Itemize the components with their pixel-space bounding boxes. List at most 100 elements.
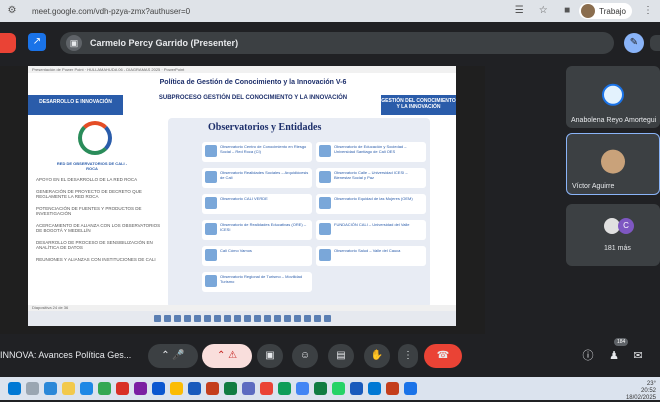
site-info-icon[interactable]: ⚙: [6, 5, 18, 17]
building-icon: [319, 197, 331, 209]
avatar: C: [618, 218, 634, 234]
building-icon: [319, 171, 331, 183]
building-icon: [319, 249, 331, 261]
presentation-window: Presentación de Power Point · HULLAMAHUD…: [28, 66, 456, 326]
band-left-label: DESARROLLO E INNOVACIÓN: [28, 95, 123, 115]
participant-name: Víctor Aguirre: [572, 183, 615, 190]
participant-tile[interactable]: Víctor Aguirre: [566, 133, 660, 195]
teams-icon[interactable]: [242, 382, 255, 395]
list-item: DESARROLLO DE PROCESO DE SENSIBILIZACIÓN…: [36, 240, 153, 250]
app-icon[interactable]: [116, 382, 129, 395]
people-count-badge: 184: [614, 338, 629, 346]
annotate-pen-icon[interactable]: ✎: [624, 33, 644, 53]
app-icon[interactable]: [260, 382, 273, 395]
observatory-card: Observatorio Regional de Turismo – Movil…: [202, 272, 312, 292]
system-tray[interactable]: 23° 20:52 18/02/2025: [626, 381, 656, 402]
observatories-panel: Observatorios y Entidades Observatorio C…: [168, 118, 430, 308]
list-item: ACERCAMIENTO DE ALIANZA CON LOS OBSERVAT…: [36, 223, 161, 233]
shared-screen: Presentación de Power Point · HULLAMAHUD…: [0, 66, 485, 334]
logo-caption: RED DE OBSERVATORIOS DE CALI - ROCA: [56, 161, 128, 171]
present-icon[interactable]: ↗: [28, 33, 46, 51]
avatar: [601, 149, 625, 174]
building-icon: [319, 223, 331, 235]
app-icon[interactable]: [296, 382, 309, 395]
more-participants-tile[interactable]: C 181 más: [566, 204, 660, 266]
observatory-card: Observatorio Realidades Sociales – Arqui…: [202, 168, 312, 188]
app-icon[interactable]: [98, 382, 111, 395]
left-activity-list: APOYO EN EL DESARROLLO DE LA RED ROCA GE…: [36, 177, 166, 269]
present-screen-icon[interactable]: ▣: [257, 344, 283, 368]
app-icon[interactable]: [80, 382, 93, 395]
raise-hand-icon[interactable]: ✋: [364, 344, 390, 368]
ppt-title-bar: Presentación de Power Point · HULLAMAHUD…: [28, 66, 456, 73]
word-icon[interactable]: [350, 382, 363, 395]
slide: Política de Gestión de Conocimiento y la…: [28, 73, 456, 311]
camera-off-button[interactable]: ⌃ ⚠: [202, 344, 252, 368]
app-icon[interactable]: [404, 382, 417, 395]
url-field[interactable]: meet.google.com/vdh-pzya-zmx?authuser=0: [32, 7, 507, 16]
building-icon: [205, 223, 217, 235]
word-icon[interactable]: [188, 382, 201, 395]
observatory-card: Observatorio Salud – Valle del Cauca: [316, 246, 426, 266]
app-icon[interactable]: [278, 382, 291, 395]
shared-taskbar: [28, 311, 456, 326]
browser-address-bar: ⚙ meet.google.com/vdh-pzya-zmx?authuser=…: [0, 0, 660, 22]
band-right-label: GESTIÓN DEL CONOCIMIENTO Y LA INNOVACIÓN: [381, 95, 456, 115]
leave-call-button[interactable]: ☎: [424, 344, 462, 368]
meeting-title: INNOVA: Avances Política Ges...: [0, 350, 132, 360]
building-icon: [205, 197, 217, 209]
screen-share-icon: ▣: [66, 35, 82, 51]
app-icon[interactable]: [44, 382, 57, 395]
whatsapp-icon[interactable]: [332, 382, 345, 395]
emoji-icon[interactable]: ☺: [292, 344, 318, 368]
windows-start-icon[interactable]: [8, 382, 21, 395]
excel-icon[interactable]: [224, 382, 237, 395]
building-icon: [205, 171, 217, 183]
windows-taskbar: 23° 20:52 18/02/2025: [0, 377, 660, 402]
info-icon[interactable]: ⓘ: [580, 348, 596, 364]
side-panel-toggle[interactable]: [650, 35, 660, 51]
captions-icon[interactable]: ▤: [328, 344, 354, 368]
avatar: [602, 83, 624, 106]
more-options-icon[interactable]: ⋮: [398, 344, 418, 368]
stop-presenting-button[interactable]: [0, 33, 16, 53]
clock-time: 20:52: [640, 388, 656, 394]
menu-icon[interactable]: ⋮: [642, 5, 654, 17]
participant-name: Anabolena Reyo Amortegui: [571, 117, 657, 124]
slide-subtitle: SUBPROCESO GESTIÓN DEL CONOCIMIENTO Y LA…: [158, 95, 348, 101]
microphone-button[interactable]: ⌃ 🎤: [148, 344, 198, 368]
temperature: 23°: [646, 381, 656, 387]
chrome-icon[interactable]: [170, 382, 183, 395]
folder-icon[interactable]: [62, 382, 75, 395]
excel-icon[interactable]: [314, 382, 327, 395]
bookmark-icon[interactable]: ☆: [537, 5, 549, 17]
avatar: [581, 4, 596, 18]
translate-icon[interactable]: ☰: [513, 5, 525, 17]
powerpoint-icon[interactable]: [206, 382, 219, 395]
app-icon[interactable]: [134, 382, 147, 395]
more-count: 181 más: [604, 245, 631, 252]
observatory-card: Observatorio CALI VERDE: [202, 194, 312, 214]
participant-tile[interactable]: Anabolena Reyo Amortegui: [566, 66, 660, 128]
roca-logo: [78, 121, 112, 155]
chat-icon[interactable]: ✉: [630, 348, 646, 364]
search-icon[interactable]: [26, 382, 39, 395]
panel-title: Observatorios y Entidades: [208, 122, 322, 133]
observatory-card: FUNDACIÓN CALI – Universidad del Valle: [316, 220, 426, 240]
observatory-card: Cali Cómo Vamos: [202, 246, 312, 266]
app-icon[interactable]: [368, 382, 381, 395]
powerpoint-icon[interactable]: [386, 382, 399, 395]
list-item: REUNIONES Y ALIANZAS CON INSTITUCIONES D…: [36, 257, 156, 262]
building-icon: [205, 275, 217, 287]
slide-title: Política de Gestión de Conocimiento y la…: [159, 79, 347, 86]
observatory-card: Observatorio Centro de Conocimiento en R…: [202, 142, 312, 162]
profile-button[interactable]: Trabajo: [579, 3, 632, 19]
extensions-icon[interactable]: ■: [561, 5, 573, 17]
profile-label: Trabajo: [599, 6, 626, 16]
observatory-card: Observatorio Equidad de las Mujeres (OEM…: [316, 194, 426, 214]
app-icon[interactable]: [152, 382, 165, 395]
observatory-card: Observatorio Calle – Universidad ICESI –…: [316, 168, 426, 188]
presenter-name: Carmelo Percy Garrido (Presenter): [90, 38, 239, 48]
building-icon: [205, 145, 217, 157]
people-icon[interactable]: ♟: [606, 348, 622, 364]
